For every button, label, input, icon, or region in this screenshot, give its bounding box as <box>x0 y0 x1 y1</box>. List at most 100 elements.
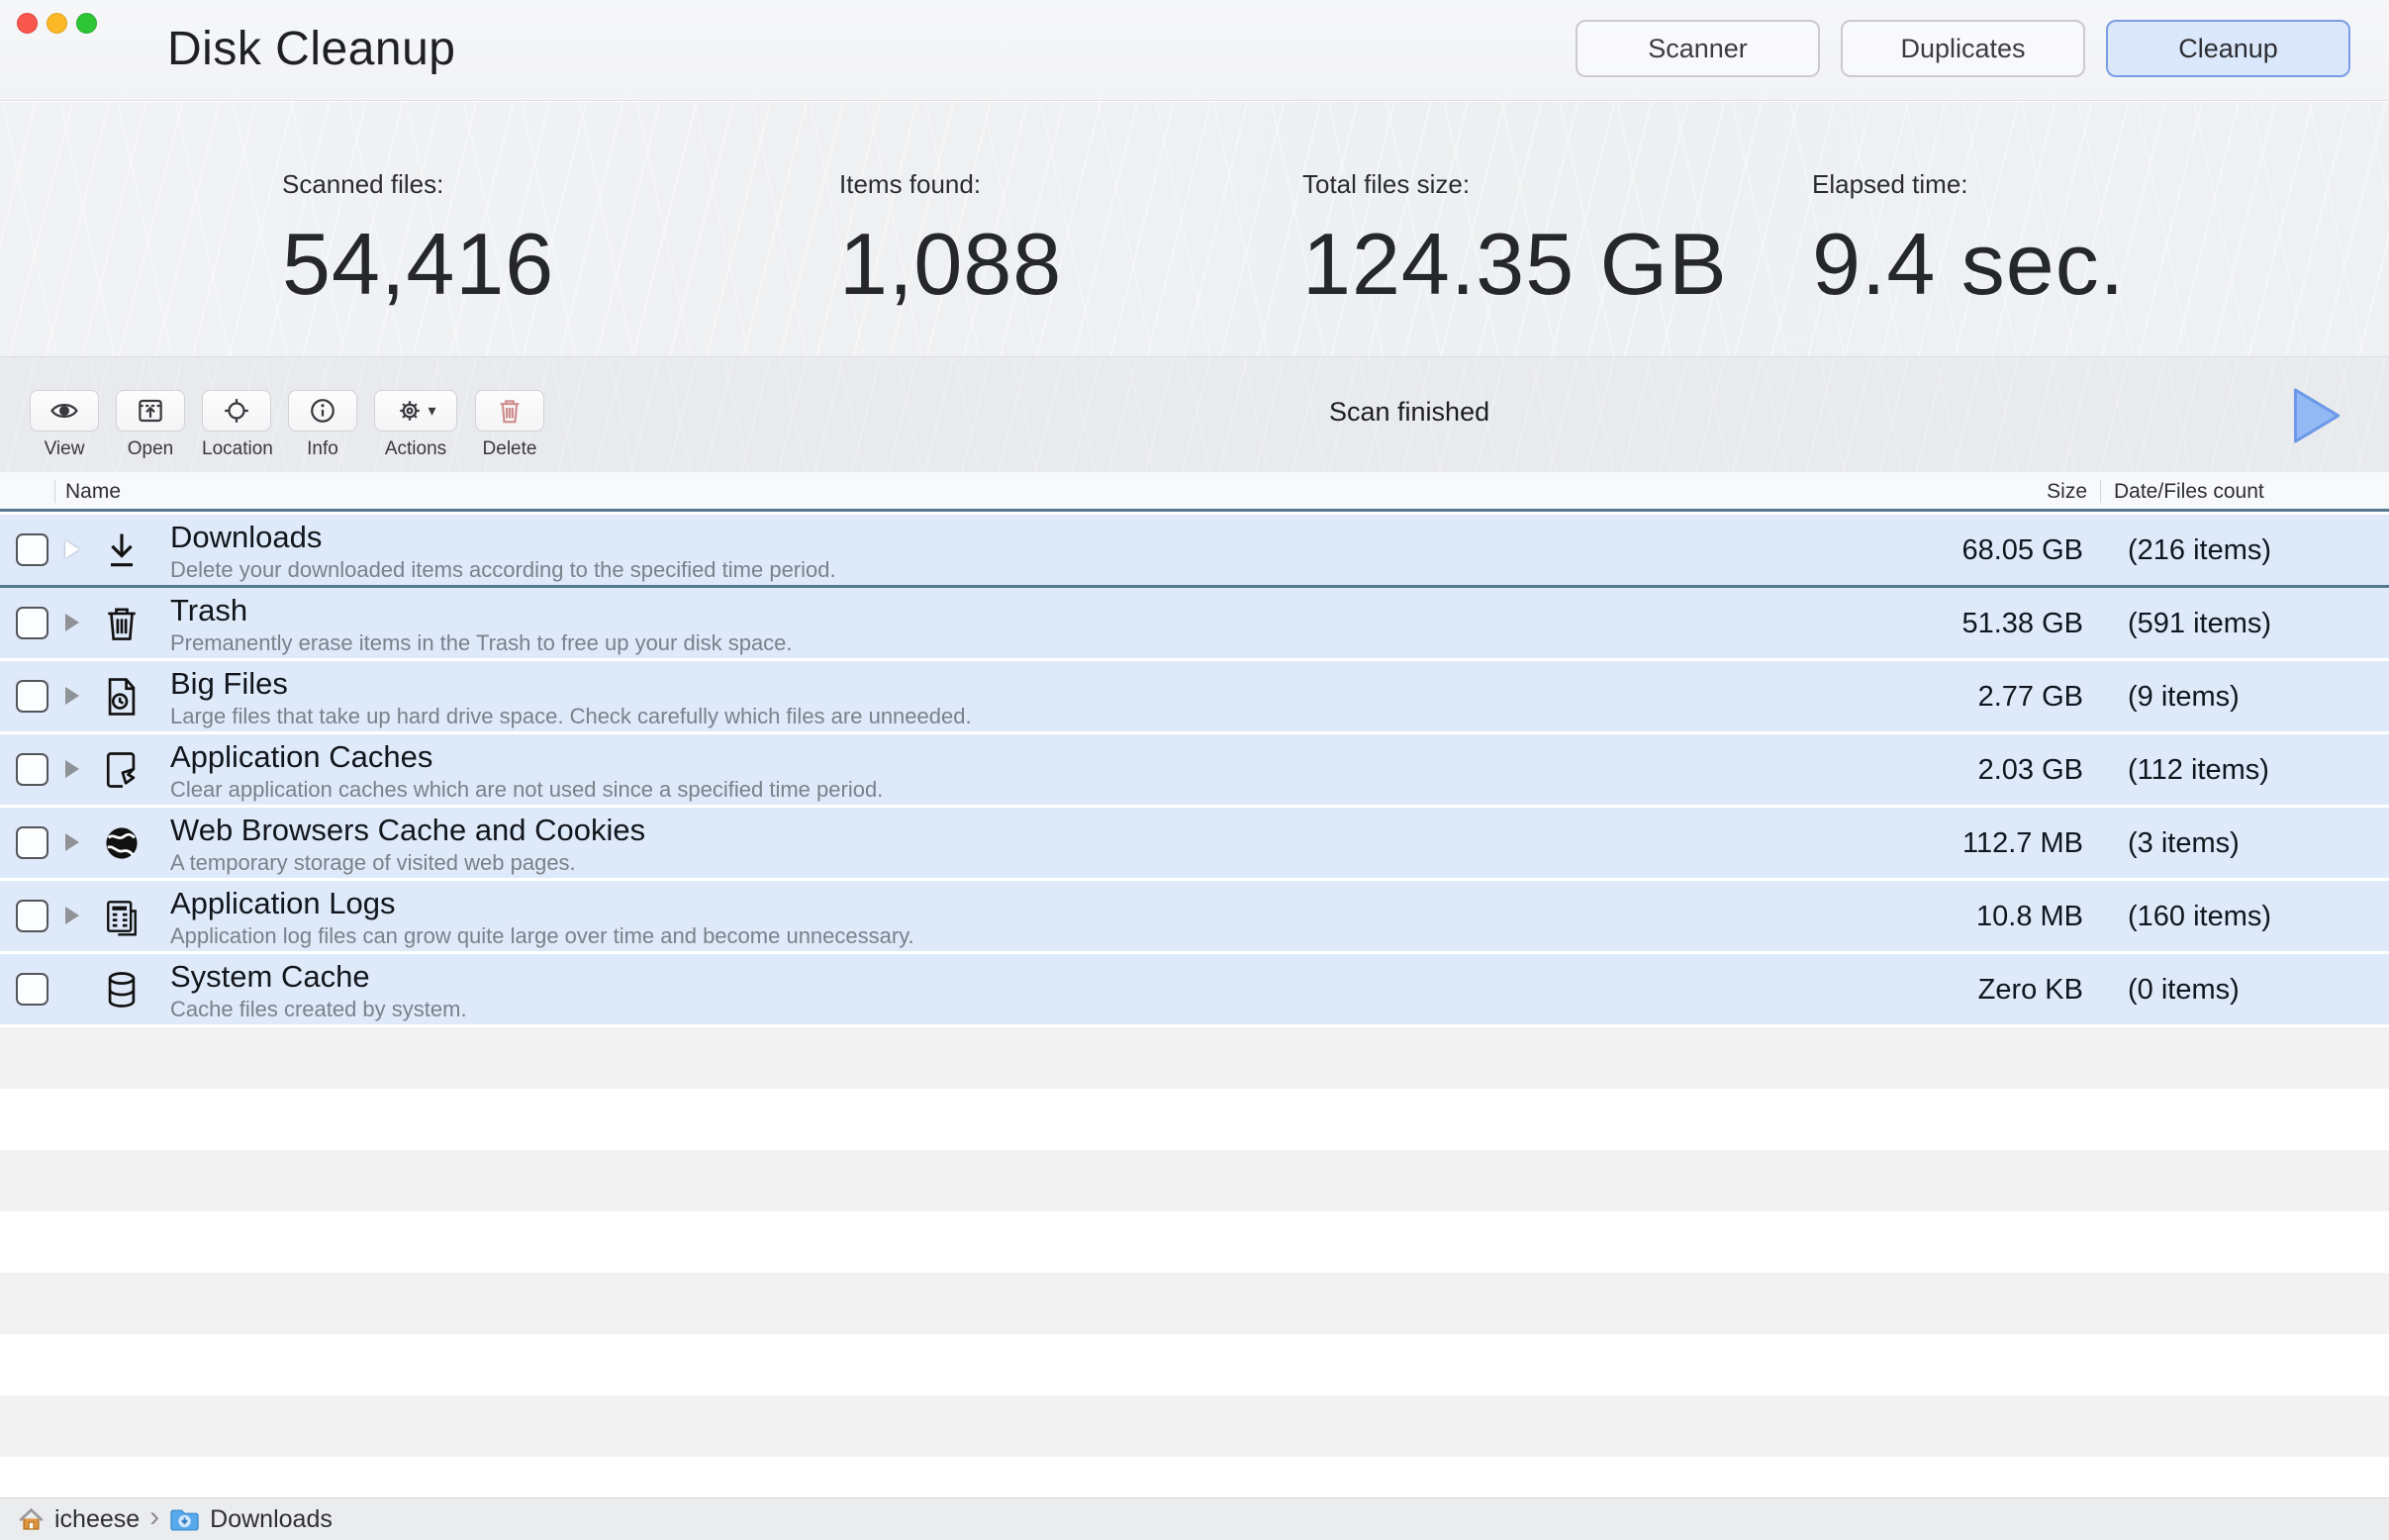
database-icon <box>99 967 144 1012</box>
stat-scanned-files: Scanned files: 54,416 <box>282 169 555 313</box>
chevron-right-icon: › <box>149 1500 160 1533</box>
app-window: Disk Cleanup Scanner Duplicates Cleanup … <box>0 0 2389 1540</box>
table-row[interactable]: Downloads Delete your downloaded items ac… <box>0 515 2389 588</box>
toolbar-button-label: Info <box>307 438 338 459</box>
disclosure-triangle-icon[interactable] <box>65 760 79 778</box>
logs-icon <box>99 894 144 939</box>
tab-scanner[interactable]: Scanner <box>1576 20 1820 77</box>
location-button[interactable]: Location <box>202 390 273 460</box>
stats-banner: Scanned files: 54,416 Items found: 1,088… <box>0 102 2389 356</box>
row-size-value: 51.38 GB <box>1961 608 2083 639</box>
row-size-value: 112.7 MB <box>1962 827 2083 859</box>
table-row[interactable]: Big Files Large files that take up hard d… <box>0 661 2389 734</box>
stat-total-size: Total files size: 124.35 GB <box>1302 169 1728 313</box>
row-description: Premanently erase items in the Trash to … <box>170 630 793 655</box>
row-checkbox[interactable] <box>16 826 48 859</box>
tab-duplicates[interactable]: Duplicates <box>1841 20 2085 77</box>
column-header-name[interactable]: Name <box>65 480 121 504</box>
traffic-lights <box>17 13 97 34</box>
table-row[interactable]: System Cache Cache files created by syste… <box>0 954 2389 1027</box>
stat-items-found: Items found: 1,088 <box>839 169 1063 313</box>
row-description: Clear application caches which are not u… <box>170 777 884 802</box>
toolbar-button-label: Location <box>202 438 273 459</box>
row-checkbox[interactable] <box>16 753 48 786</box>
row-title: Trash <box>170 593 248 627</box>
row-size-value: 2.77 GB <box>1977 681 2083 713</box>
row-items-count: (0 items) <box>2128 974 2240 1006</box>
table-row[interactable]: Web Browsers Cache and Cookies A temporar… <box>0 808 2389 881</box>
folder-download-icon <box>169 1506 200 1533</box>
row-description: Cache files created by system. <box>170 997 467 1021</box>
breadcrumb-downloads[interactable]: Downloads <box>169 1505 333 1534</box>
column-header-count[interactable]: Date/Files count <box>2114 480 2264 504</box>
crosshair-icon <box>222 396 251 426</box>
breadcrumb-label: Downloads <box>210 1504 333 1533</box>
play-icon <box>2293 388 2341 443</box>
big-file-clock-icon <box>99 674 144 720</box>
row-checkbox[interactable] <box>16 680 48 713</box>
titlebar: Disk Cleanup Scanner Duplicates Cleanup <box>0 0 2389 101</box>
toolbar-button-label: Open <box>127 438 174 459</box>
view-button[interactable]: View <box>30 390 99 460</box>
row-items-count: (3 items) <box>2128 827 2240 859</box>
actions-button[interactable]: ▾ Actions <box>374 390 457 460</box>
row-size-value: 68.05 GB <box>1961 534 2083 566</box>
row-size-value: Zero KB <box>1977 974 2083 1006</box>
empty-rows-area <box>0 1027 2389 1497</box>
row-items-count: (9 items) <box>2128 681 2240 713</box>
toolbar: View Open Location Info ▾ Actions Delete Scan … <box>0 356 2389 472</box>
column-header-size[interactable]: Size <box>2047 480 2087 504</box>
row-checkbox[interactable] <box>16 900 48 932</box>
row-checkbox[interactable] <box>16 607 48 639</box>
row-title: Downloads <box>170 520 323 554</box>
disclosure-triangle-icon[interactable] <box>65 687 79 705</box>
row-title: Web Browsers Cache and Cookies <box>170 813 646 847</box>
info-button[interactable]: Info <box>288 390 357 460</box>
table-row[interactable]: Trash Premanently erase items in the Tras… <box>0 588 2389 661</box>
home-icon <box>18 1506 45 1533</box>
path-bar: icheese › Downloads <box>0 1497 2389 1540</box>
disclosure-triangle-icon[interactable] <box>65 907 79 924</box>
stat-elapsed-time: Elapsed time: 9.4 sec. <box>1812 169 2126 313</box>
eye-icon <box>49 396 79 426</box>
breadcrumb-label: icheese <box>54 1504 141 1533</box>
open-button[interactable]: Open <box>116 390 185 460</box>
row-items-count: (112 items) <box>2128 754 2269 786</box>
trash-red-icon <box>495 396 525 426</box>
close-button[interactable] <box>17 13 38 34</box>
gear-icon <box>395 396 425 426</box>
row-description: Delete your downloaded items according t… <box>170 557 836 582</box>
row-title: Big Files <box>170 666 288 701</box>
disclosure-triangle-icon[interactable] <box>65 614 79 631</box>
row-description: Large files that take up hard drive spac… <box>170 704 972 728</box>
table-row[interactable]: Application Logs Application log files ca… <box>0 881 2389 954</box>
breadcrumb-home[interactable]: icheese <box>18 1505 140 1534</box>
row-title: Application Logs <box>170 886 396 920</box>
disclosure-triangle-icon[interactable] <box>65 540 79 558</box>
row-description: A temporary storage of visited web pages… <box>170 850 576 875</box>
row-description: Application log files can grow quite lar… <box>170 923 914 948</box>
toolbar-button-label: Delete <box>482 438 537 459</box>
trash-icon <box>99 601 144 646</box>
app-cache-icon <box>99 747 144 793</box>
row-size-value: 10.8 MB <box>1976 901 2083 932</box>
row-checkbox[interactable] <box>16 533 48 566</box>
info-icon <box>308 396 337 426</box>
download-icon <box>99 528 144 573</box>
tab-cleanup[interactable]: Cleanup <box>2106 20 2350 77</box>
minimize-button[interactable] <box>47 13 67 34</box>
zoom-button[interactable] <box>76 13 97 34</box>
row-checkbox[interactable] <box>16 973 48 1006</box>
delete-button[interactable]: Delete <box>475 390 544 460</box>
disclosure-triangle-icon[interactable] <box>65 833 79 851</box>
globe-icon <box>99 820 144 866</box>
play-button[interactable] <box>2276 379 2351 452</box>
dropdown-caret-icon: ▾ <box>428 403 436 420</box>
row-title: Application Caches <box>170 739 433 774</box>
toolbar-button-label: Actions <box>384 438 447 459</box>
row-size-value: 2.03 GB <box>1977 754 2083 786</box>
table-row[interactable]: Application Caches Clear application cach… <box>0 734 2389 808</box>
cleanup-category-list: Downloads Delete your downloaded items ac… <box>0 515 2389 1027</box>
row-items-count: (160 items) <box>2128 901 2272 932</box>
row-title: System Cache <box>170 959 370 994</box>
